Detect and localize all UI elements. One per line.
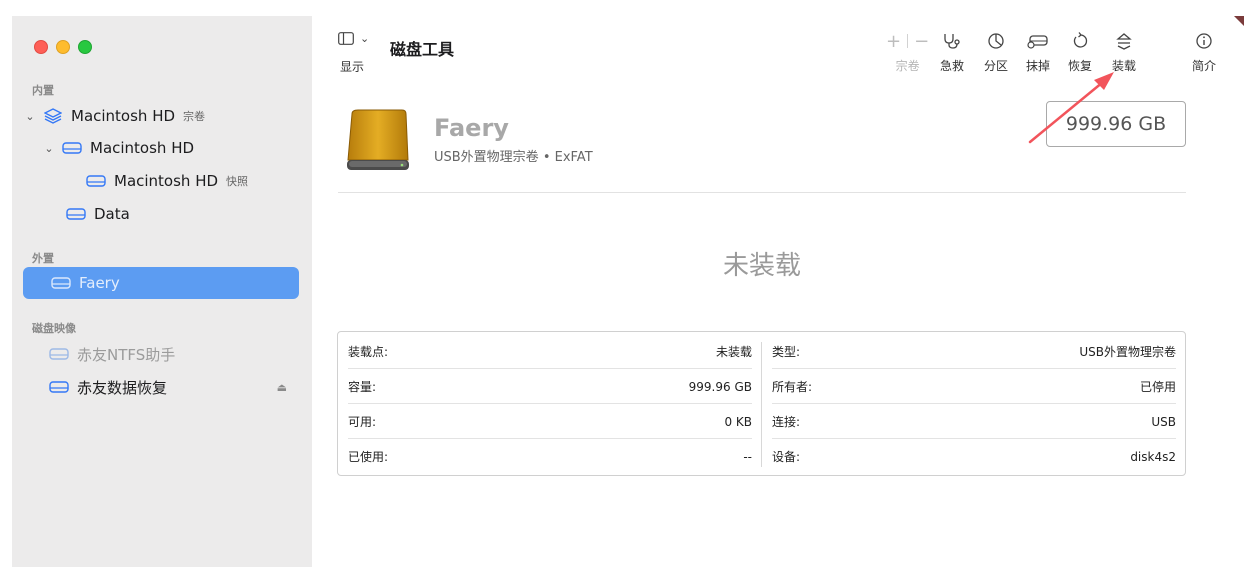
add-remove-volume-icon: + − bbox=[886, 30, 930, 52]
info-row-capacity: 容量: 999.96 GB bbox=[348, 369, 752, 404]
sidebar-item-data-recovery[interactable]: 赤友数据恢复 ⏏ bbox=[23, 371, 299, 403]
first-aid-label: 急救 bbox=[940, 59, 965, 73]
info-label: 容量: bbox=[348, 380, 377, 394]
disk-description: USB外置物理宗卷 • ExFAT bbox=[434, 150, 593, 165]
info-value: 999.96 GB bbox=[688, 379, 752, 394]
eject-icon[interactable]: ⏏ bbox=[277, 381, 287, 394]
info-value: -- bbox=[743, 449, 752, 464]
restore-label: 恢复 bbox=[1068, 59, 1093, 73]
app-title: 磁盘工具 bbox=[390, 40, 455, 59]
toolbar: ⌄ 显示 磁盘工具 + − 宗卷 急救 分区 抹掉 恢复 装载 简介 bbox=[312, 16, 1244, 86]
chevron-down-icon: ⌄ bbox=[360, 32, 370, 45]
mount-button[interactable]: 装载 bbox=[1112, 30, 1136, 74]
sidebar-item-faery[interactable]: Faery bbox=[23, 267, 299, 299]
close-button[interactable] bbox=[34, 40, 48, 54]
info-label: 连接: bbox=[772, 415, 801, 429]
first-aid-button[interactable]: 急救 bbox=[940, 30, 964, 74]
restore-button[interactable]: 恢复 bbox=[1068, 30, 1092, 74]
info-row-type: 类型: USB外置物理宗卷 bbox=[772, 334, 1176, 369]
info-value: 未装载 bbox=[715, 345, 752, 359]
disk-name: Faery bbox=[434, 114, 509, 142]
volume-button[interactable]: + − 宗卷 bbox=[886, 30, 929, 74]
info-button[interactable]: 简介 bbox=[1192, 30, 1216, 74]
sidebar-item-data[interactable]: Data bbox=[66, 198, 299, 230]
info-row-device: 设备: disk4s2 bbox=[772, 439, 1176, 474]
sidebar-item-sublabel: 宗卷 bbox=[183, 110, 206, 123]
partition-button[interactable]: 分区 bbox=[984, 30, 1008, 74]
sidebar-item-label: Macintosh HD bbox=[90, 139, 195, 157]
restore-icon bbox=[1071, 30, 1089, 52]
header-divider bbox=[338, 192, 1186, 193]
drive-icon bbox=[51, 275, 71, 291]
drive-icon bbox=[86, 173, 106, 189]
info-value: 0 KB bbox=[724, 414, 752, 429]
info-icon bbox=[1195, 30, 1213, 52]
sidebar-item-label: Macintosh HD bbox=[114, 172, 219, 190]
info-label: 所有者: bbox=[772, 380, 813, 394]
sidebar: 内置 ⌄ Macintosh HD 宗卷 ⌄ Macintosh HD Maci… bbox=[12, 16, 312, 567]
drive-icon bbox=[49, 346, 69, 362]
drive-icon bbox=[62, 140, 82, 156]
sidebar-item-label: Macintosh HD bbox=[71, 107, 176, 125]
info-column-left: 装载点: 未装载 容量: 999.96 GB 可用: 0 KB 已使用: -- bbox=[338, 332, 762, 475]
window-controls bbox=[34, 40, 92, 54]
info-row-mount-point: 装载点: 未装载 bbox=[348, 334, 752, 369]
pie-chart-icon bbox=[987, 30, 1005, 52]
info-row-connection: 连接: USB bbox=[772, 404, 1176, 439]
info-label: 设备: bbox=[772, 450, 801, 464]
erase-drive-icon bbox=[1027, 30, 1049, 52]
stethoscope-icon bbox=[942, 30, 962, 52]
drive-icon bbox=[49, 379, 69, 395]
sidebar-item-label: Faery bbox=[79, 274, 120, 292]
drive-icon bbox=[66, 206, 86, 222]
info-value: disk4s2 bbox=[1130, 449, 1176, 464]
mount-status: 未装载 bbox=[722, 251, 801, 281]
sidebar-icon bbox=[338, 32, 354, 45]
erase-label: 抹掉 bbox=[1026, 59, 1051, 73]
sidebar-toggle-button[interactable]: ⌄ bbox=[338, 32, 369, 45]
info-label: 可用: bbox=[348, 415, 377, 429]
volume-label: 宗卷 bbox=[895, 59, 920, 73]
sidebar-item-macintosh-hd[interactable]: ⌄ Macintosh HD bbox=[42, 132, 299, 164]
info-label: 已使用: bbox=[348, 450, 389, 464]
external-drive-icon bbox=[342, 108, 412, 182]
info-value: USB外置物理宗卷 bbox=[1079, 345, 1176, 359]
mount-label: 装载 bbox=[1112, 59, 1137, 73]
section-external: 外置 bbox=[32, 252, 54, 265]
disk-capacity-badge: 999.96 GB bbox=[1046, 101, 1186, 147]
info-row-used: 已使用: -- bbox=[348, 439, 752, 474]
zoom-button[interactable] bbox=[78, 40, 92, 54]
info-label: 类型: bbox=[772, 345, 801, 359]
chevron-down-icon[interactable]: ⌄ bbox=[42, 142, 56, 155]
section-disk-images: 磁盘映像 bbox=[32, 322, 76, 335]
mount-icon bbox=[1115, 30, 1133, 52]
sidebar-item-label: 赤友NTFS助手 bbox=[77, 345, 176, 364]
section-internal: 内置 bbox=[32, 84, 54, 97]
info-label: 装载点: bbox=[348, 345, 389, 359]
sidebar-item-ntfs-helper[interactable]: 赤友NTFS助手 bbox=[23, 338, 299, 370]
view-label: 显示 bbox=[340, 60, 365, 74]
sidebar-item-macintosh-hd-volume[interactable]: ⌄ Macintosh HD 宗卷 bbox=[23, 100, 299, 132]
sidebar-item-macintosh-hd-snapshot[interactable]: Macintosh HD 快照 bbox=[86, 165, 299, 197]
info-row-available: 可用: 0 KB bbox=[348, 404, 752, 439]
layers-icon bbox=[43, 108, 63, 124]
disk-utility-window: 内置 ⌄ Macintosh HD 宗卷 ⌄ Macintosh HD Maci… bbox=[12, 16, 1244, 567]
info-value: USB bbox=[1151, 414, 1176, 429]
sidebar-item-label: Data bbox=[94, 205, 130, 223]
info-row-owner: 所有者: 已停用 bbox=[772, 369, 1176, 404]
disk-info-table: 装载点: 未装载 容量: 999.96 GB 可用: 0 KB 已使用: -- … bbox=[337, 331, 1186, 476]
info-column-right: 类型: USB外置物理宗卷 所有者: 已停用 连接: USB 设备: disk4… bbox=[762, 332, 1186, 475]
sidebar-item-sublabel: 快照 bbox=[226, 175, 249, 188]
partition-label: 分区 bbox=[984, 59, 1009, 73]
sidebar-item-label: 赤友数据恢复 bbox=[77, 378, 168, 397]
chevron-down-icon[interactable]: ⌄ bbox=[23, 110, 37, 123]
info-value: 已停用 bbox=[1139, 380, 1176, 394]
erase-button[interactable]: 抹掉 bbox=[1026, 30, 1050, 74]
info-label: 简介 bbox=[1192, 59, 1217, 73]
minimize-button[interactable] bbox=[56, 40, 70, 54]
